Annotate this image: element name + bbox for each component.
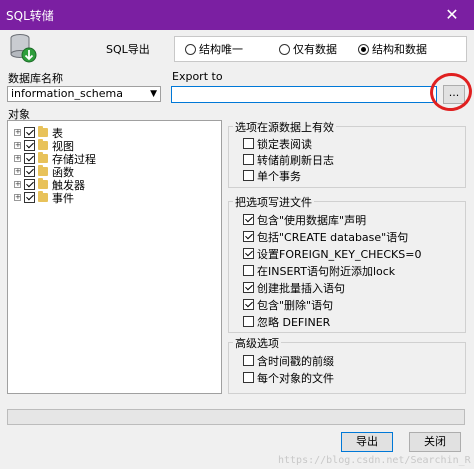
tree-item-triggers[interactable]: + 触发器 [14, 178, 85, 192]
expand-icon[interactable]: + [14, 142, 21, 149]
tree-checkbox[interactable] [24, 179, 35, 190]
tree-checkbox[interactable] [24, 153, 35, 164]
export-path-input[interactable] [171, 86, 437, 103]
chevron-down-icon: ▼ [150, 89, 157, 99]
option-timestamp-prefix[interactable]: 含时间戳的前缀 [243, 354, 334, 368]
checkbox[interactable] [243, 355, 254, 366]
option-bulk-insert[interactable]: 创建批量插入语句 [243, 281, 345, 295]
tree-item-events[interactable]: + 事件 [14, 191, 74, 205]
export-type-radio-group: 结构唯一 仅有数据 结构和数据 [174, 36, 467, 62]
option-flush-logs[interactable]: 转储前刷新日志 [243, 153, 334, 167]
expand-icon[interactable]: + [14, 194, 21, 201]
checkbox[interactable] [243, 138, 254, 149]
checkbox[interactable] [243, 299, 254, 310]
watermark: https://blog.csdn.net/Searchin_R [278, 455, 471, 466]
source-options-group: 选项在源数据上有效 锁定表阅读 转储前刷新日志 单个事务 [228, 119, 466, 188]
database-select[interactable]: information_schema ▼ [7, 86, 161, 102]
progress-bar [7, 409, 465, 425]
folder-icon [38, 152, 48, 163]
folder-icon [38, 178, 48, 189]
window-title: SQL转储 [6, 9, 54, 23]
radio-structure-only[interactable]: 结构唯一 [185, 42, 243, 56]
checkbox[interactable] [243, 316, 254, 327]
radio-dot [185, 43, 196, 55]
export-button[interactable]: 导出 [341, 432, 393, 452]
group-title: 选项在源数据上有效 [233, 119, 336, 135]
tree-checkbox[interactable] [24, 140, 35, 151]
checkbox[interactable] [243, 372, 254, 383]
option-use-database[interactable]: 包含"使用数据库"声明 [243, 213, 366, 227]
database-export-icon [9, 33, 37, 63]
checkbox[interactable] [243, 265, 254, 276]
option-insert-lock[interactable]: 在INSERT语句附近添加lock [243, 264, 395, 278]
option-single-transaction[interactable]: 单个事务 [243, 169, 301, 183]
group-title: 高级选项 [233, 335, 281, 351]
checkbox[interactable] [243, 214, 254, 225]
checkbox[interactable] [243, 154, 254, 165]
checkbox[interactable] [243, 282, 254, 293]
option-ignore-definer[interactable]: 忽略 DEFINER [243, 315, 330, 329]
option-foreign-key-checks[interactable]: 设置FOREIGN_KEY_CHECKS=0 [243, 247, 421, 261]
database-name-label: 数据库名称 [8, 72, 63, 85]
export-type-label: SQL导出 [106, 43, 150, 56]
tree-checkbox[interactable] [24, 192, 35, 203]
export-to-label: Export to [172, 70, 223, 83]
option-drop-statements[interactable]: 包含"删除"语句 [243, 298, 333, 312]
object-tree: + 表 + 视图 + 存储过程 + 函数 + 触发器 + 事件 [7, 120, 222, 394]
radio-dot [358, 43, 369, 55]
group-title: 把选项写进文件 [233, 194, 314, 210]
tree-checkbox[interactable] [24, 127, 35, 138]
tree-checkbox[interactable] [24, 166, 35, 177]
red-annotation-circle [427, 70, 474, 114]
write-options-group: 把选项写进文件 包含"使用数据库"声明 包括"CREATE database"语… [228, 194, 466, 333]
option-lock-tables[interactable]: 锁定表阅读 [243, 137, 312, 151]
title-bar: SQL转储 ✕ [0, 0, 474, 30]
checkbox[interactable] [243, 170, 254, 181]
close-icon[interactable]: ✕ [430, 0, 474, 30]
checkbox[interactable] [243, 248, 254, 259]
checkbox[interactable] [243, 231, 254, 242]
radio-dot [279, 43, 290, 55]
option-file-per-object[interactable]: 每个对象的文件 [243, 371, 334, 385]
folder-icon [38, 126, 48, 137]
expand-icon[interactable]: + [14, 155, 21, 162]
radio-data-only[interactable]: 仅有数据 [279, 42, 337, 56]
expand-icon[interactable]: + [14, 181, 21, 188]
folder-icon [38, 165, 48, 176]
folder-icon [38, 139, 48, 150]
option-create-database[interactable]: 包括"CREATE database"语句 [243, 230, 408, 244]
close-button[interactable]: 关闭 [409, 432, 461, 452]
expand-icon[interactable]: + [14, 168, 21, 175]
expand-icon[interactable]: + [14, 129, 21, 136]
folder-icon [38, 191, 48, 202]
radio-structure-and-data[interactable]: 结构和数据 [358, 42, 427, 56]
advanced-options-group: 高级选项 含时间戳的前缀 每个对象的文件 [228, 335, 466, 394]
